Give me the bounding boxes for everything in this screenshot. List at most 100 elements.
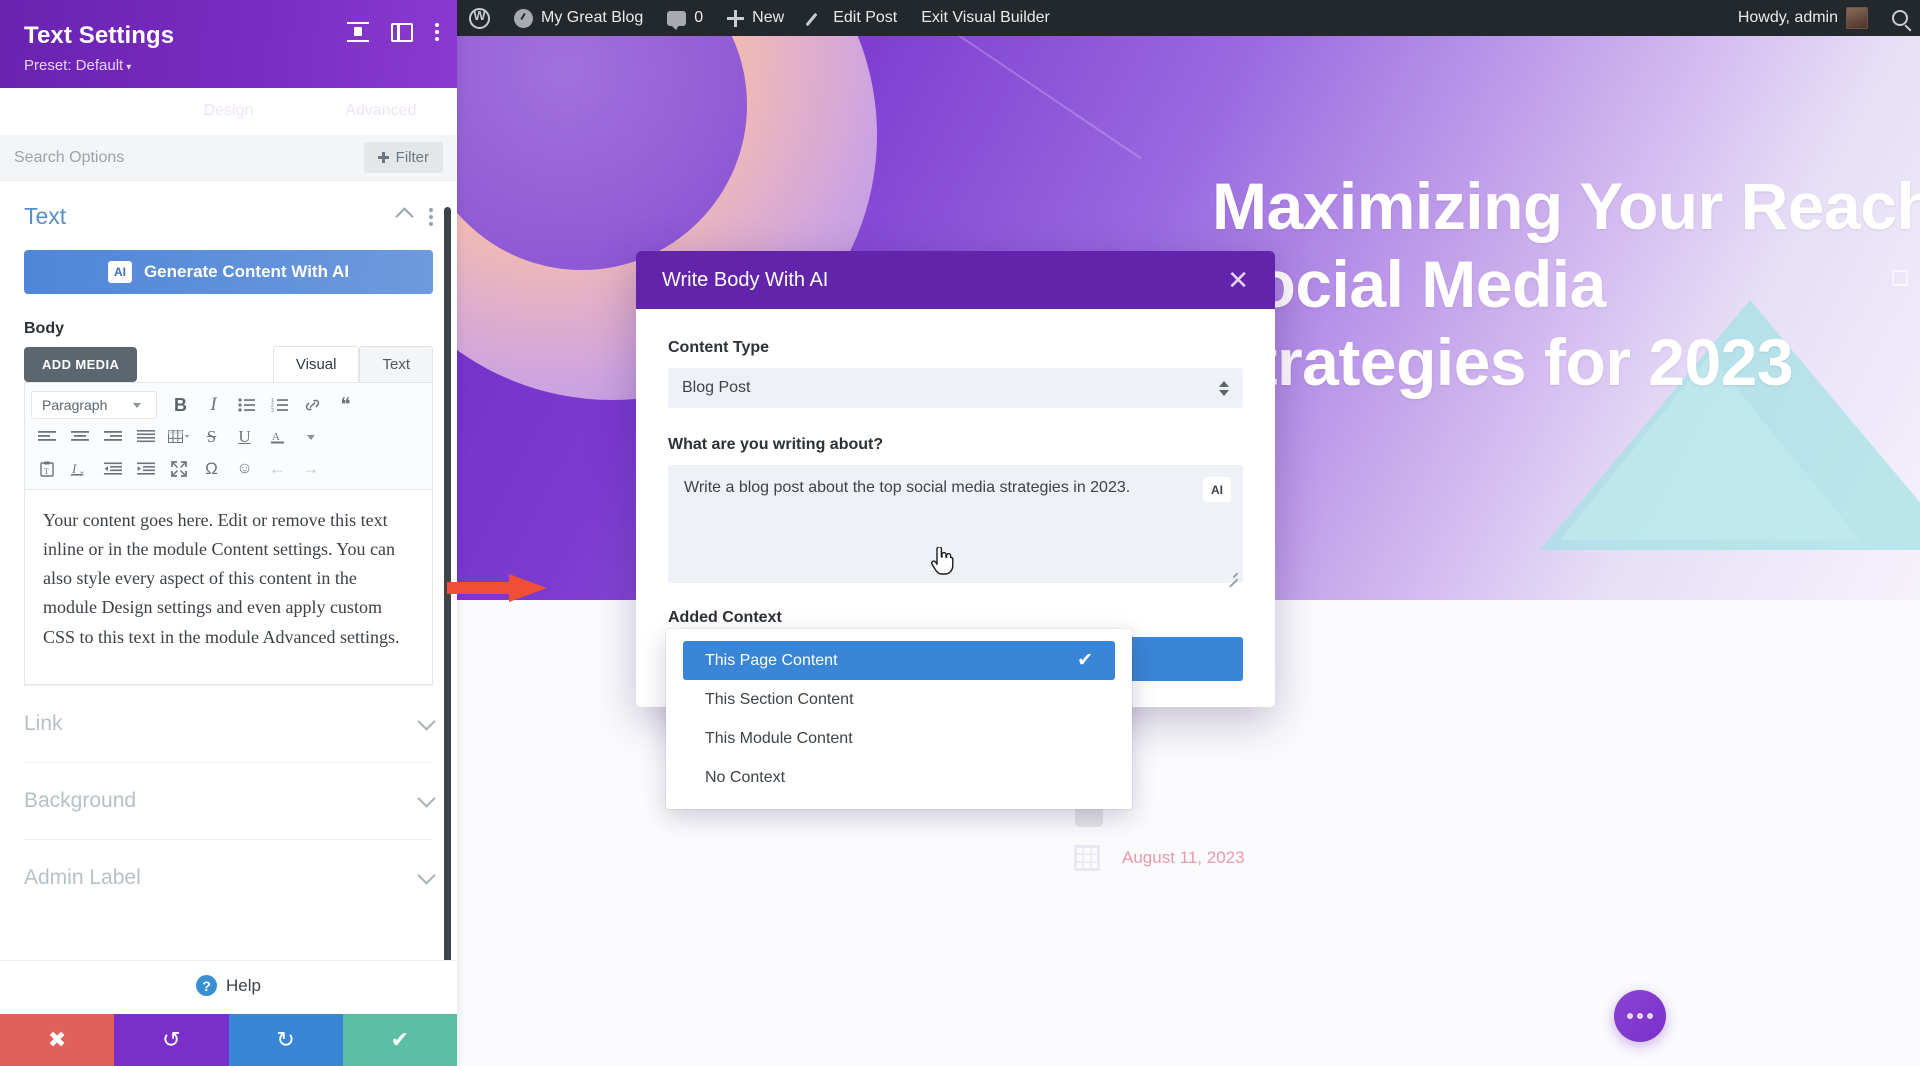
- cancel-button[interactable]: ✖: [0, 1014, 115, 1066]
- kebab-icon[interactable]: [429, 207, 433, 226]
- help-icon: ?: [196, 975, 218, 996]
- annotation-arrow: [447, 574, 547, 602]
- plus-icon: [377, 152, 389, 163]
- search-bar: Search Options Filter: [0, 135, 457, 181]
- tab-design[interactable]: Design: [152, 88, 304, 135]
- accordion-label: Admin Label: [24, 866, 141, 889]
- strikethrough-icon[interactable]: S: [196, 423, 227, 452]
- tab-content[interactable]: Content: [0, 88, 153, 135]
- ai-badge-icon: AI: [107, 261, 132, 283]
- svg-text:I: I: [71, 461, 77, 476]
- panel-body: Text AI Generate Content With AI Body AD…: [0, 181, 457, 960]
- bold-icon[interactable]: B: [165, 391, 196, 420]
- modal-header: Write Body With AI ✕: [636, 251, 1275, 309]
- ai-button-label: Generate Content With AI: [143, 262, 350, 281]
- context-option-label: No Context: [705, 768, 786, 786]
- chevron-down-icon[interactable]: [295, 423, 326, 452]
- format-select[interactable]: Paragraph: [31, 391, 157, 419]
- added-context-label: Added Context: [668, 609, 782, 626]
- svg-text:x: x: [80, 469, 84, 477]
- align-right-icon[interactable]: [97, 423, 128, 452]
- help-link[interactable]: ? Help: [0, 960, 457, 1014]
- body-field-label: Body: [24, 320, 64, 337]
- panel-action-bar: ✖ ↺ ↻ ✔: [0, 1014, 457, 1066]
- context-option-label: This Page Content: [705, 651, 838, 669]
- section-title: Text: [24, 203, 67, 229]
- svg-text:A: A: [272, 431, 280, 443]
- table-icon[interactable]: [163, 423, 194, 452]
- content-type-select[interactable]: Blog Post: [668, 368, 1243, 408]
- chevron-up-icon[interactable]: [395, 207, 414, 226]
- panel-scrollbar[interactable]: [444, 181, 454, 960]
- focus-mode-icon[interactable]: [347, 22, 369, 42]
- content-type-label: Content Type: [668, 339, 770, 356]
- body-content-editor[interactable]: Your content goes here. Edit or remove t…: [24, 489, 433, 685]
- context-option-label: This Section Content: [705, 690, 854, 708]
- context-option-this-section-content[interactable]: This Section Content: [683, 680, 1115, 719]
- tab-advanced[interactable]: Advanced: [305, 88, 457, 135]
- filter-button[interactable]: Filter: [363, 142, 443, 173]
- chevron-down-icon: [133, 402, 142, 408]
- modal-overlay: Write Body With AI ✕ Content Type Blog P…: [457, 0, 1920, 1066]
- redo-button[interactable]: ↻: [228, 1014, 343, 1066]
- ai-badge-icon[interactable]: AI: [1203, 477, 1231, 502]
- accordion-background[interactable]: Background: [24, 762, 436, 839]
- help-label: Help: [226, 975, 261, 995]
- svg-text:3: 3: [271, 408, 274, 412]
- write-body-with-ai-modal: Write Body With AI ✕ Content Type Blog P…: [636, 251, 1275, 809]
- indent-icon[interactable]: [130, 455, 161, 484]
- undo-button[interactable]: ↺: [114, 1014, 229, 1066]
- italic-icon[interactable]: I: [198, 391, 229, 420]
- context-option-this-module-content[interactable]: This Module Content: [683, 719, 1115, 758]
- special-character-icon[interactable]: Ω: [196, 455, 227, 484]
- tab-visual[interactable]: Visual: [272, 346, 360, 382]
- modal-title: Write Body With AI: [662, 268, 829, 291]
- preset-selector[interactable]: Preset: Default ▾: [24, 57, 433, 74]
- check-icon: ✔: [1077, 650, 1093, 671]
- kebab-icon[interactable]: [435, 23, 439, 41]
- prompt-value: Write a blog post about the top social m…: [684, 479, 1131, 496]
- align-justify-icon[interactable]: [130, 423, 161, 452]
- text-color-icon[interactable]: A: [262, 423, 293, 452]
- context-option-no-context[interactable]: No Context: [683, 758, 1115, 797]
- format-select-value: Paragraph: [42, 397, 108, 413]
- align-left-icon[interactable]: [31, 423, 62, 452]
- chevron-down-icon: [417, 789, 436, 808]
- search-input[interactable]: Search Options: [14, 149, 364, 167]
- blockquote-icon[interactable]: ❝: [330, 391, 361, 420]
- add-media-button[interactable]: ADD MEDIA: [24, 347, 138, 382]
- prompt-textarea[interactable]: Write a blog post about the top social m…: [668, 465, 1243, 583]
- save-button[interactable]: ✔: [342, 1014, 457, 1066]
- stepper-icon: [1219, 380, 1229, 396]
- close-icon[interactable]: ✕: [1227, 267, 1249, 293]
- outdent-icon[interactable]: [97, 455, 128, 484]
- panel-header-icons: [347, 22, 439, 42]
- redo-icon[interactable]: →: [295, 455, 326, 484]
- emoji-icon[interactable]: ☺: [229, 455, 260, 484]
- paste-as-text-icon[interactable]: T: [31, 455, 62, 484]
- accordion-admin-label[interactable]: Admin Label: [24, 839, 436, 916]
- added-context-dropdown: This Page Content ✔ This Section Content…: [666, 629, 1132, 809]
- numbered-list-icon[interactable]: 123: [264, 391, 295, 420]
- preset-label: Preset: Default: [24, 57, 124, 74]
- fullscreen-icon[interactable]: [163, 455, 194, 484]
- align-center-icon[interactable]: [64, 423, 95, 452]
- tab-text[interactable]: Text: [359, 346, 433, 382]
- section-header-text: Text: [0, 181, 457, 236]
- resize-handle-icon[interactable]: [1227, 568, 1238, 579]
- layout-toggle-icon[interactable]: [391, 22, 413, 42]
- accordion-label: Link: [24, 712, 63, 735]
- bulleted-list-icon[interactable]: [231, 391, 262, 420]
- editor-toolbar: Paragraph B I 123 ❝ S U A T I x Ω ☺ ← →: [24, 382, 433, 489]
- editor-mode-tabs: Visual Text: [272, 346, 433, 382]
- generate-content-with-ai-button[interactable]: AI Generate Content With AI: [24, 250, 433, 294]
- toolbar-row-1: Paragraph B I 123 ❝: [31, 389, 426, 421]
- clear-formatting-icon[interactable]: Ix: [64, 455, 95, 484]
- undo-icon[interactable]: ←: [262, 455, 293, 484]
- link-icon[interactable]: [297, 391, 328, 420]
- accordion-link[interactable]: Link: [24, 685, 436, 762]
- module-settings-panel: Text Settings Preset: Default ▾ Content D…: [0, 0, 457, 1066]
- context-option-this-page-content[interactable]: This Page Content ✔: [683, 641, 1115, 680]
- underline-icon[interactable]: U: [229, 423, 260, 452]
- accordion-label: Background: [24, 789, 137, 812]
